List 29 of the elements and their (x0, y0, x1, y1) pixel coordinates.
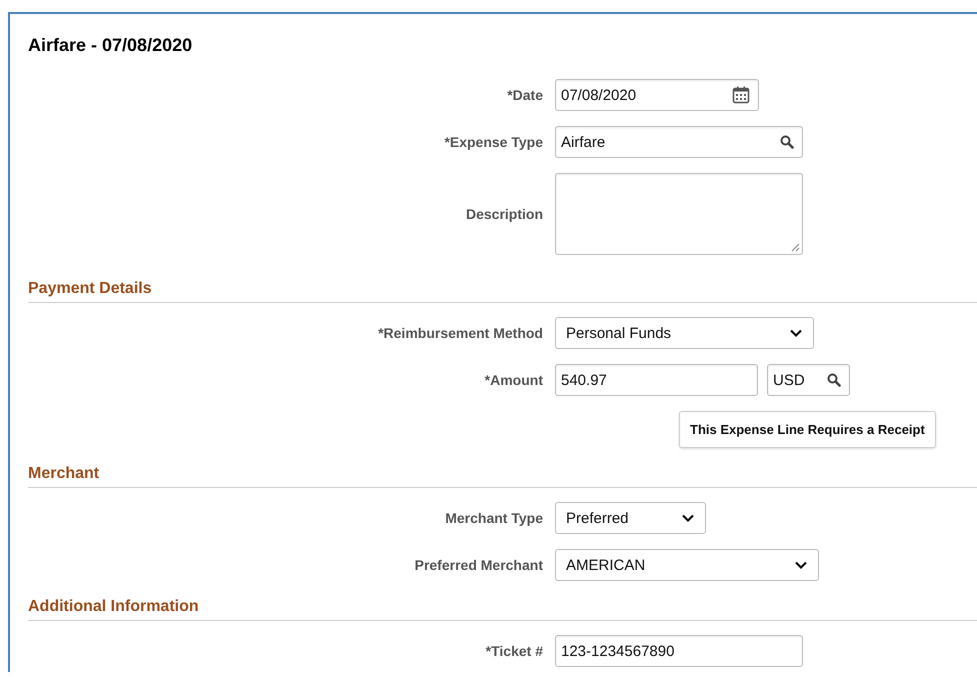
date-field[interactable]: 07/08/2020 (555, 79, 759, 111)
receipt-button[interactable]: This Expense Line Requires a Receipt (679, 411, 936, 448)
search-icon[interactable] (827, 373, 841, 387)
resize-grip-icon[interactable] (790, 242, 800, 252)
chevron-down-icon (789, 328, 803, 338)
field-label: *Date (506, 87, 544, 103)
description-field[interactable] (555, 173, 803, 255)
section-heading: Merchant (28, 464, 977, 488)
chevron-down-icon (681, 513, 695, 523)
dropdown[interactable]: Personal Funds (555, 317, 814, 349)
field-label: *Amount (484, 372, 544, 388)
field-label: Merchant Type (444, 510, 544, 526)
field-label: Preferred Merchant (414, 557, 544, 573)
currency-field[interactable]: USD (767, 364, 850, 396)
calendar-icon[interactable] (732, 86, 750, 104)
section-heading: Additional Information (28, 597, 977, 621)
field-label: *Ticket # (484, 643, 544, 659)
dropdown[interactable]: AMERICAN (555, 549, 819, 581)
expense-type-field[interactable]: Airfare (555, 126, 803, 158)
field-label: *Expense Type (443, 134, 544, 150)
field-label: *Reimbursement Method (377, 325, 544, 341)
section-heading: Payment Details (28, 279, 977, 303)
search-icon[interactable] (780, 135, 794, 149)
chevron-down-icon (794, 560, 808, 570)
field-label: Description (464, 206, 544, 222)
page-title: Airfare - 07/08/2020 (28, 34, 192, 57)
ticket-field[interactable]: 123-1234567890 (555, 635, 803, 667)
amount-field[interactable]: 540.97 (555, 364, 758, 396)
dropdown[interactable]: Preferred (555, 502, 706, 534)
